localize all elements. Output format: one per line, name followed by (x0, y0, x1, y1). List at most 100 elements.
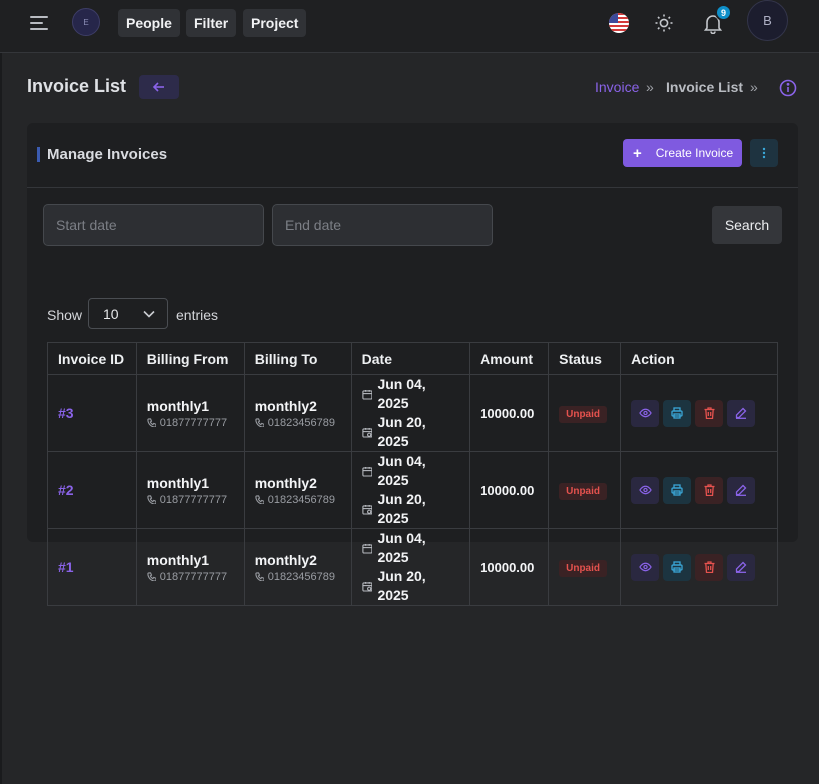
table-row: #3 monthly1 01877777777 monthly2 0182345… (47, 374, 778, 452)
breadcrumb-separator: » (646, 79, 654, 95)
due-date-text: Jun 20, 2025 (377, 414, 426, 449)
notification-count-badge: 9 (715, 4, 732, 21)
back-button[interactable] (139, 75, 179, 99)
column-header-billing-to[interactable]: Billing To (243, 342, 352, 375)
billing-from-phone: 01877777777 (147, 494, 234, 506)
breadcrumb-separator-trailing: » (750, 79, 758, 95)
billing-from-name: monthly1 (146, 397, 210, 414)
us-flag-icon[interactable] (609, 13, 629, 33)
edit-button[interactable] (727, 476, 756, 504)
invoice-table: Invoice ID Billing From Billing To Date … (47, 342, 778, 606)
invoice-date-text: Jun 04, 2025 (377, 530, 426, 565)
nav-filter-button[interactable]: Filter (186, 9, 237, 37)
calendar-clock-icon (362, 504, 373, 515)
view-button[interactable] (631, 399, 660, 427)
edit-button[interactable] (727, 399, 756, 427)
pencil-icon (735, 484, 747, 496)
delete-button[interactable] (695, 476, 724, 504)
entries-label: entries (176, 307, 219, 323)
invoice-id-link[interactable]: #1 (58, 559, 74, 575)
invoice-card: Manage Invoices + Create Invoice Search … (27, 123, 798, 606)
view-button[interactable] (631, 553, 660, 581)
billing-to-phone: 01823456789 (255, 417, 341, 429)
breadcrumb-link-invoice[interactable]: Invoice (595, 79, 639, 95)
trash-icon (704, 561, 715, 573)
column-header-invoice-id[interactable]: Invoice ID (47, 342, 137, 375)
eye-icon (638, 562, 652, 572)
column-header-billing-from[interactable]: Billing From (135, 342, 245, 375)
due-date: Jun 20, 2025 (362, 490, 460, 528)
invoice-date-text: Jun 04, 2025 (377, 376, 426, 411)
phone-icon (255, 572, 264, 581)
billing-from-phone-number: 01877777777 (159, 493, 228, 506)
window-edge (0, 0, 2, 784)
printer-icon (671, 407, 683, 419)
more-options-button[interactable] (750, 139, 778, 167)
invoice-id-link[interactable]: #2 (58, 482, 74, 498)
print-button[interactable] (663, 399, 692, 427)
column-header-amount[interactable]: Amount (469, 342, 550, 375)
show-label: Show (47, 307, 83, 323)
card-header: Manage Invoices + Create Invoice (27, 123, 798, 188)
printer-icon (671, 561, 683, 573)
invoice-amount: 10000.00 (480, 406, 535, 421)
trash-icon (704, 484, 715, 496)
start-date-input[interactable] (43, 204, 264, 246)
phone-icon (147, 495, 156, 504)
row-actions (631, 399, 767, 427)
phone-icon (255, 418, 264, 427)
info-icon[interactable] (779, 79, 797, 97)
trash-icon (704, 407, 715, 419)
due-date: Jun 20, 2025 (362, 567, 460, 605)
calendar-icon (362, 389, 373, 400)
delete-button[interactable] (695, 399, 724, 427)
billing-from-name: monthly1 (146, 551, 210, 568)
invoice-date: Jun 04, 2025 (362, 452, 460, 490)
column-header-date[interactable]: Date (350, 342, 471, 375)
billing-to-name: monthly2 (254, 474, 317, 491)
breadcrumb-current: Invoice List (666, 79, 744, 95)
print-button[interactable] (663, 476, 692, 504)
app-logo[interactable]: E (72, 8, 100, 36)
hamburger-icon[interactable] (30, 15, 48, 31)
search-button[interactable]: Search (712, 206, 782, 244)
invoice-id-link[interactable]: #3 (58, 405, 74, 421)
end-date-input[interactable] (272, 204, 493, 246)
entries-select[interactable]: 10 (88, 298, 168, 329)
phone-icon (255, 495, 264, 504)
arrow-left-icon (152, 82, 164, 92)
pencil-icon (735, 407, 747, 419)
billing-from-phone-number: 01877777777 (159, 416, 228, 429)
nav-people-button[interactable]: People (118, 9, 180, 37)
sun-icon[interactable] (654, 13, 674, 33)
invoice-amount: 10000.00 (480, 483, 535, 498)
create-invoice-button[interactable]: + Create Invoice (623, 139, 742, 167)
billing-to-phone-number: 01823456789 (267, 570, 336, 583)
printer-icon (671, 484, 683, 496)
print-button[interactable] (663, 553, 692, 581)
due-date-text: Jun 20, 2025 (377, 491, 426, 526)
card-title-accent (37, 147, 40, 162)
status-badge: Unpaid (559, 559, 607, 577)
nav-project-button[interactable]: Project (243, 9, 307, 37)
calendar-icon (362, 466, 373, 477)
edit-button[interactable] (727, 553, 756, 581)
billing-to-name: monthly2 (254, 551, 317, 568)
billing-from-name: monthly1 (146, 474, 210, 491)
user-avatar[interactable]: B (747, 0, 788, 41)
column-header-status[interactable]: Status (548, 342, 622, 375)
billing-to-phone-number: 01823456789 (267, 493, 336, 506)
chevron-down-icon (143, 310, 155, 318)
delete-button[interactable] (695, 553, 724, 581)
vertical-dots-icon (762, 147, 766, 159)
invoice-date: Jun 04, 2025 (362, 375, 460, 413)
plus-icon: + (633, 144, 642, 162)
calendar-clock-icon (362, 427, 373, 438)
eye-icon (638, 485, 652, 495)
invoice-amount: 10000.00 (480, 560, 535, 575)
billing-to-phone: 01823456789 (255, 571, 341, 583)
entries-value: 10 (103, 305, 119, 322)
billing-from-phone: 01877777777 (147, 417, 234, 429)
view-button[interactable] (631, 476, 660, 504)
due-date: Jun 20, 2025 (362, 413, 460, 451)
